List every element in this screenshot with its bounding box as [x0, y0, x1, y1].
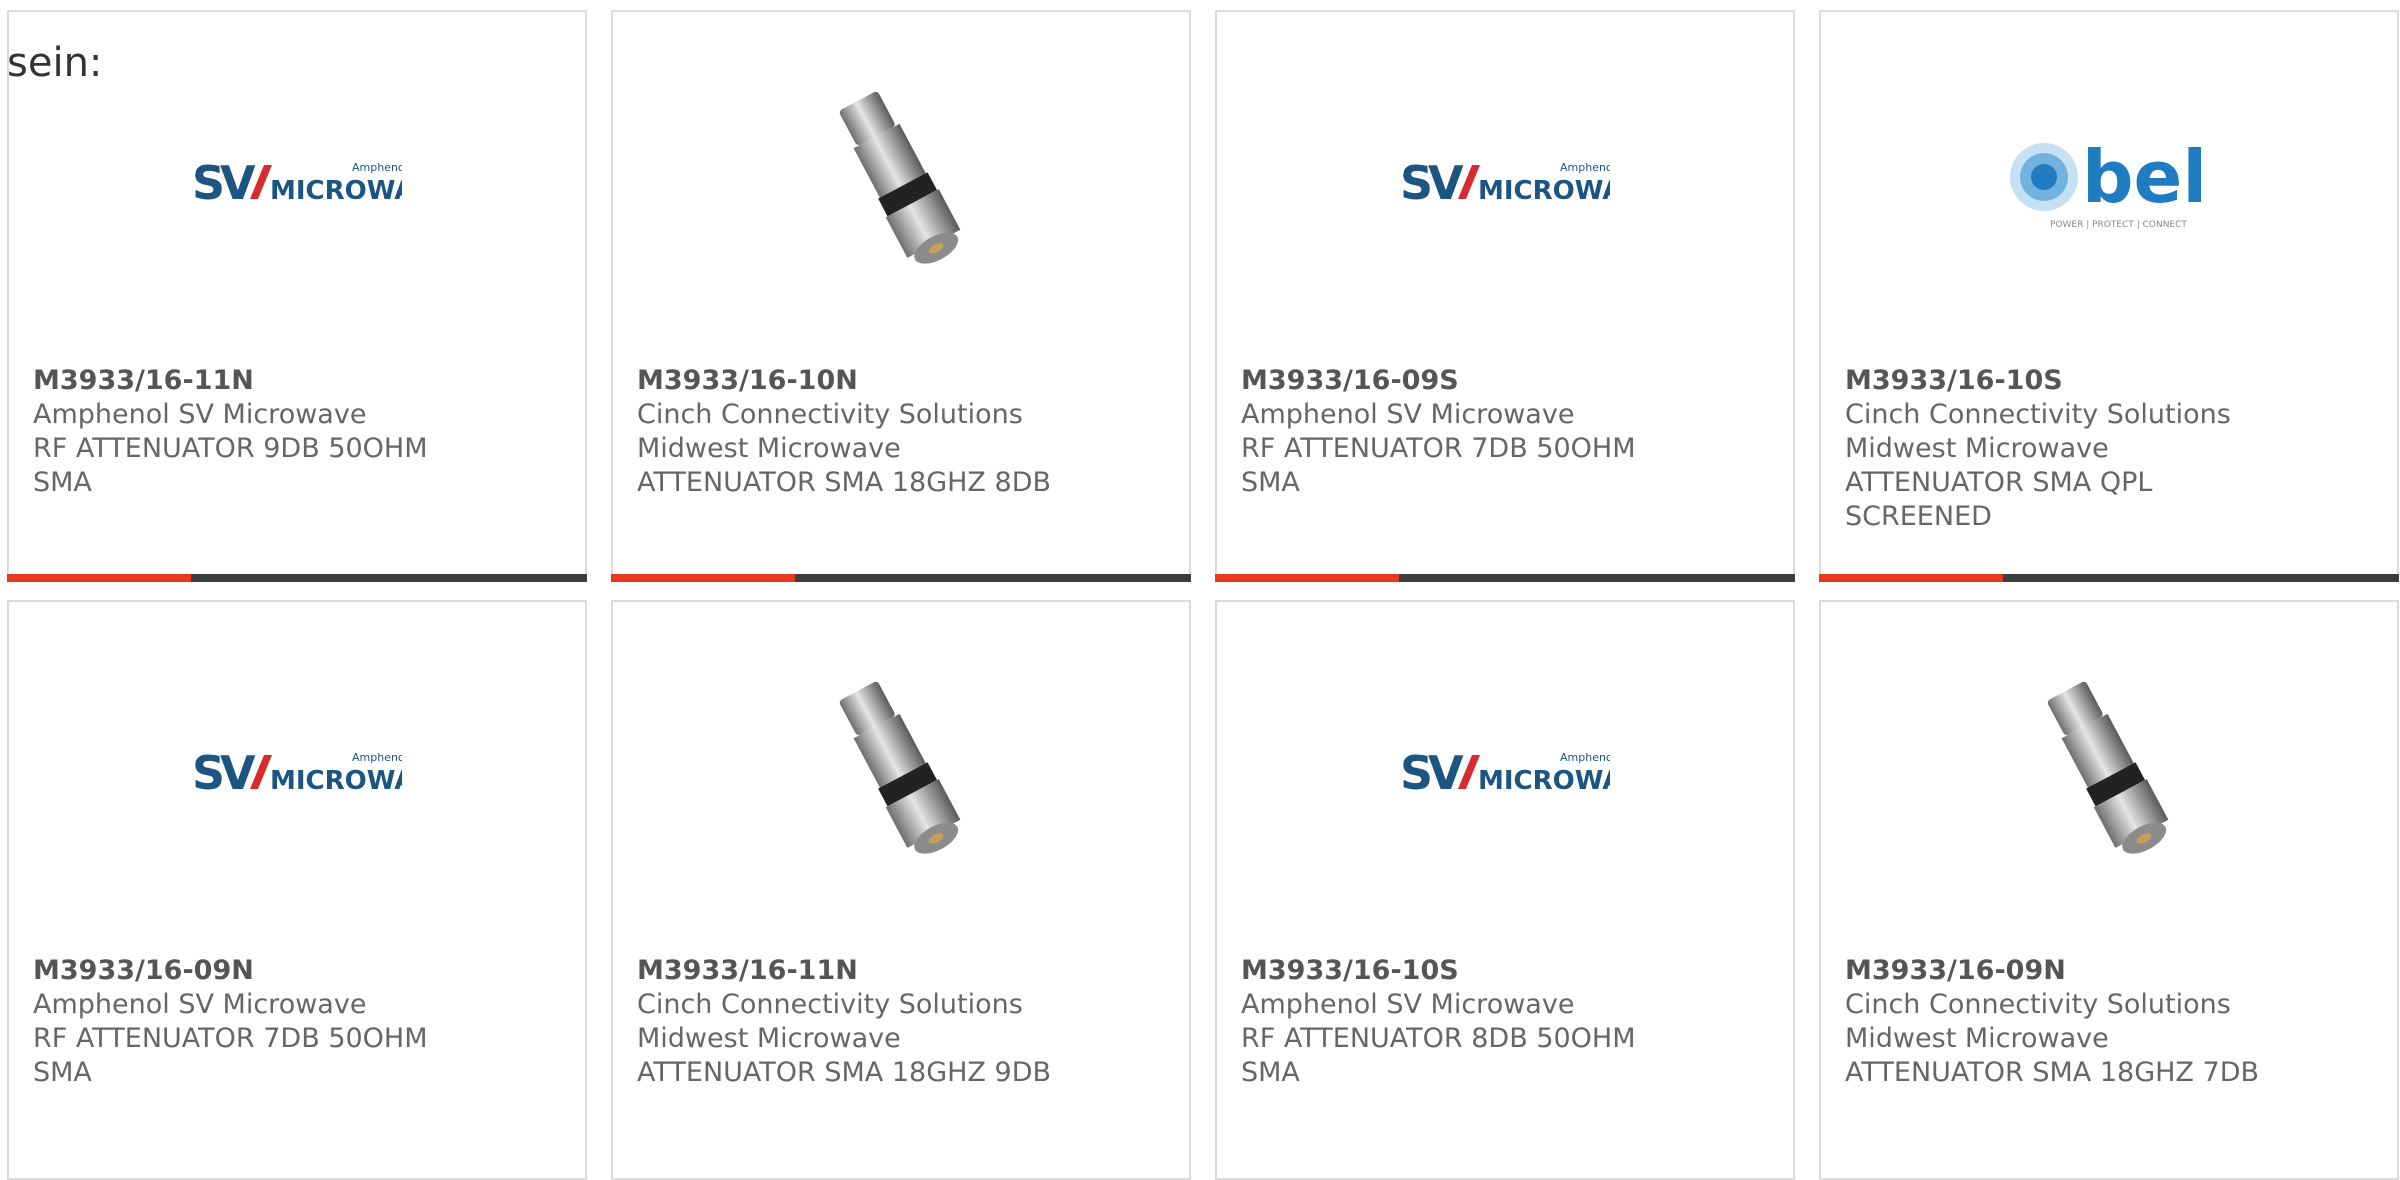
svg-text:Amphenol: Amphenol [352, 751, 402, 764]
description-line: RF ATTENUATOR 9DB 50OHM [33, 433, 428, 464]
svg-text:S: S [192, 747, 222, 797]
bel-logo: bel POWER | PROTECT | CONNECT [2010, 135, 2207, 230]
part-number[interactable]: M3933/16-10N [637, 364, 1051, 398]
part-number[interactable]: M3933/16-10S [1241, 954, 1636, 988]
sv-microwave-logo: S V MICROWAVE Amphenol [192, 747, 402, 797]
manufacturer: Amphenol SV Microwave [33, 989, 367, 1020]
part-number[interactable]: M3933/16-09N [1845, 954, 2259, 988]
product-image: S V MICROWAVE Amphenol [9, 82, 585, 282]
svg-text:POWER | PROTECT | CONNECT: POWER | PROTECT | CONNECT [2050, 220, 2187, 230]
card-accent [1819, 574, 2003, 582]
svg-text:S: S [192, 157, 222, 207]
description-line: SMA [33, 1057, 92, 1088]
manufacturer: Cinch Connectivity Solutions [1845, 989, 2231, 1020]
svg-text:V: V [220, 747, 256, 797]
svg-text:MICROWAVE: MICROWAVE [270, 766, 402, 796]
svg-text:S: S [1400, 747, 1430, 797]
description-line: Midwest Microwave [637, 1023, 901, 1054]
sma-attenuator-photo [839, 91, 961, 264]
description-line: RF ATTENUATOR 8DB 50OHM [1241, 1023, 1636, 1054]
product-image: S V MICROWAVE Amphenol [1217, 82, 1793, 282]
svg-text:Amphenol: Amphenol [1560, 751, 1610, 764]
product-image [1821, 672, 2397, 872]
manufacturer: Cinch Connectivity Solutions [637, 399, 1023, 430]
description-line: ATTENUATOR SMA QPL [1845, 467, 2153, 498]
product-card[interactable]: M3933/16-11N Cinch Connectivity Solution… [611, 600, 1191, 1180]
product-image: bel POWER | PROTECT | CONNECT [1821, 82, 2397, 282]
product-card[interactable]: S V MICROWAVE Amphenol M3933/16-10S Amph… [1215, 600, 1795, 1180]
description-line: SMA [1241, 467, 1300, 498]
sv-microwave-logo: S V MICROWAVE Amphenol [1400, 747, 1610, 797]
manufacturer: Amphenol SV Microwave [33, 399, 367, 430]
svg-text:Amphenol: Amphenol [352, 161, 402, 174]
manufacturer: Cinch Connectivity Solutions [1845, 399, 2231, 430]
svg-text:Amphenol: Amphenol [1560, 161, 1610, 174]
svg-text:V: V [1428, 157, 1464, 207]
svg-text:bel: bel [2082, 135, 2207, 219]
svg-text:S: S [1400, 157, 1430, 207]
svg-text:V: V [1428, 747, 1464, 797]
description-line: SMA [33, 467, 92, 498]
description-line: Midwest Microwave [637, 433, 901, 464]
svg-text:V: V [220, 157, 256, 207]
svg-text:MICROWAVE: MICROWAVE [1478, 176, 1610, 206]
description-line: Midwest Microwave [1845, 1023, 2109, 1054]
part-number[interactable]: M3933/16-11N [637, 954, 1051, 988]
part-number[interactable]: M3933/16-09N [33, 954, 428, 988]
product-card[interactable]: S V MICROWAVE Amphenol M3933/16-09S Amph… [1215, 10, 1795, 582]
part-number[interactable]: M3933/16-10S [1845, 364, 2231, 398]
card-bottom-bar [611, 574, 1191, 582]
product-image: S V MICROWAVE Amphenol [9, 672, 585, 872]
product-image [613, 672, 1189, 872]
product-text: M3933/16-09N Cinch Connectivity Solution… [1845, 954, 2259, 1090]
product-image: S V MICROWAVE Amphenol [1217, 672, 1793, 872]
sma-attenuator-photo [839, 681, 961, 854]
manufacturer: Cinch Connectivity Solutions [637, 989, 1023, 1020]
product-text: M3933/16-10N Cinch Connectivity Solution… [637, 364, 1051, 500]
product-image [613, 82, 1189, 282]
svg-text:MICROWAVE: MICROWAVE [1478, 766, 1610, 796]
manufacturer: Amphenol SV Microwave [1241, 989, 1575, 1020]
product-card[interactable]: M3933/16-10N Cinch Connectivity Solution… [611, 10, 1191, 582]
card-accent [611, 574, 795, 582]
product-text: M3933/16-11N Amphenol SV Microwave RF AT… [33, 364, 428, 500]
product-card[interactable]: S V MICROWAVE Amphenol M3933/16-09N Amph… [7, 600, 587, 1180]
part-number[interactable]: M3933/16-11N [33, 364, 428, 398]
product-card[interactable]: bel POWER | PROTECT | CONNECT M3933/16-1… [1819, 10, 2399, 582]
product-text: M3933/16-11N Cinch Connectivity Solution… [637, 954, 1051, 1090]
description-line: RF ATTENUATOR 7DB 50OHM [33, 1023, 428, 1054]
description-line: ATTENUATOR SMA 18GHZ 7DB [1845, 1057, 2260, 1088]
sv-microwave-logo: S V MICROWAVE Amphenol [192, 157, 402, 207]
card-bottom-bar [1819, 574, 2399, 582]
card-bottom-bar [1215, 574, 1795, 582]
product-text: M3933/16-09N Amphenol SV Microwave RF AT… [33, 954, 428, 1090]
description-line: SMA [1241, 1057, 1300, 1088]
card-accent [7, 574, 191, 582]
intro-text: sein: [7, 40, 103, 86]
svg-text:MICROWAVE: MICROWAVE [270, 176, 402, 206]
card-accent [1215, 574, 1399, 582]
part-number[interactable]: M3933/16-09S [1241, 364, 1636, 398]
card-bottom-bar [7, 574, 587, 582]
sv-microwave-logo: S V MICROWAVE Amphenol [1400, 157, 1610, 207]
product-text: M3933/16-10S Cinch Connectivity Solution… [1845, 364, 2231, 534]
sma-attenuator-photo [2047, 681, 2169, 854]
product-card[interactable]: M3933/16-09N Cinch Connectivity Solution… [1819, 600, 2399, 1180]
description-line: RF ATTENUATOR 7DB 50OHM [1241, 433, 1636, 464]
description-line: ATTENUATOR SMA 18GHZ 8DB [637, 467, 1052, 498]
description-line: SCREENED [1845, 501, 1992, 532]
manufacturer: Amphenol SV Microwave [1241, 399, 1575, 430]
description-line: Midwest Microwave [1845, 433, 2109, 464]
description-line: ATTENUATOR SMA 18GHZ 9DB [637, 1057, 1052, 1088]
product-text: M3933/16-09S Amphenol SV Microwave RF AT… [1241, 364, 1636, 500]
product-text: M3933/16-10S Amphenol SV Microwave RF AT… [1241, 954, 1636, 1090]
product-card[interactable]: S V MICROWAVE Amphenol M3933/16-11N Amph… [7, 10, 587, 582]
